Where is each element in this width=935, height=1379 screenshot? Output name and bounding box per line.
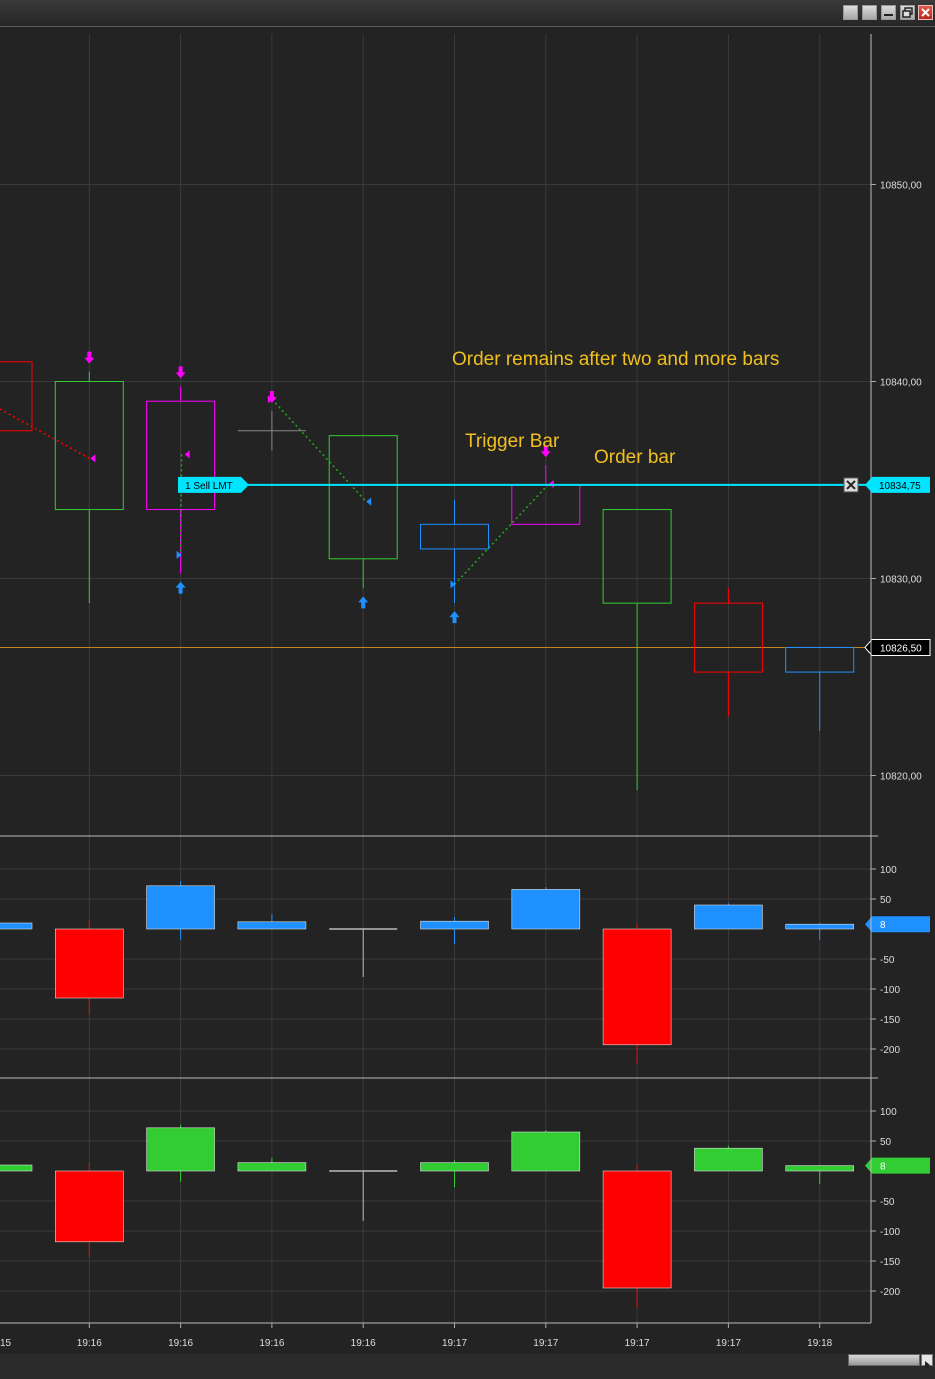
oscillator-2-bar	[785, 1165, 855, 1172]
window-button-b[interactable]	[862, 5, 877, 20]
close-button[interactable]	[918, 5, 933, 20]
oscillator-tick-label: 100	[880, 865, 897, 876]
oscillator-2-bar	[237, 1162, 307, 1172]
scroll-right-icon[interactable]	[921, 1354, 933, 1369]
buy-signal-arrow-icon	[358, 596, 369, 609]
chart-area[interactable]: 10826,50 8 8 10850,0010840,0010830,00108…	[0, 26, 935, 1354]
restore-button[interactable]	[900, 5, 915, 20]
window-button-a[interactable]	[843, 5, 858, 20]
chart-axes: 10850,00 10840,00 10830,00 10820,00 100 50 -50…	[0, 34, 922, 1349]
signal-triangle-icon	[90, 454, 96, 463]
price-tick-label: 10850,00	[880, 181, 922, 192]
oscillator-tick-label: -150	[880, 1015, 900, 1026]
oscillator-1-bar	[0, 922, 33, 930]
oscillator-1-bar	[237, 921, 307, 930]
bottom-strip	[0, 1354, 935, 1379]
oscillator-tick-label: -50	[880, 1197, 895, 1208]
sell-signal-arrow-icon	[175, 366, 186, 379]
annotation-order-remains: Order remains after two and more bars	[452, 349, 779, 370]
oscillator-2-panel: 8	[0, 1124, 930, 1308]
time-tick-label: 19:18	[807, 1338, 832, 1349]
oscillator-2-bar	[0, 1164, 33, 1172]
time-tick-label: 19:16	[351, 1338, 376, 1349]
window-title-bar	[0, 0, 935, 27]
oscillator-1-bar	[602, 928, 672, 1046]
time-tick-label: 19:17	[625, 1338, 650, 1349]
oscillator-1-bar	[511, 889, 581, 930]
oscillator-2-current-label: 8	[880, 1162, 886, 1173]
oscillator-1-bar	[785, 923, 855, 930]
oscillator-1-current-label: 8	[880, 920, 886, 931]
oscillator-2-bar	[146, 1127, 215, 1172]
last-price-label: 10826,50	[880, 643, 922, 654]
oscillator-1-bar	[146, 885, 215, 930]
oscillator-2-bar	[54, 1170, 124, 1243]
oscillator-2-bar	[602, 1170, 672, 1289]
oscillator-tick-label: -50	[880, 955, 895, 966]
order-label: 1 Sell LMT	[185, 481, 233, 492]
oscillator-1-bar	[420, 920, 489, 930]
oscillator-2-bar	[694, 1147, 763, 1172]
oscillator-tick-label: -200	[880, 1287, 900, 1298]
oscillator-tick-label: 50	[880, 1137, 892, 1148]
time-tick-label: 19:17	[533, 1338, 558, 1349]
oscillator-2-current-tag	[865, 1157, 930, 1174]
signal-connector	[453, 483, 550, 585]
time-tick-label: 19:17	[442, 1338, 467, 1349]
oscillator-1-current-tag	[865, 916, 930, 933]
time-tick-label: 19:17	[716, 1338, 741, 1349]
time-tick-label: 19:16	[77, 1338, 102, 1349]
horizontal-scrollbar[interactable]	[848, 1354, 920, 1366]
chart-grid	[0, 34, 871, 1323]
oscillator-tick-label: -150	[880, 1257, 900, 1268]
signal-triangle-icon	[184, 450, 190, 459]
annotation-order-bar: Order bar	[594, 447, 676, 468]
sell-limit-order[interactable]: 1 Sell LMT 10834,75	[178, 476, 930, 493]
oscillator-tick-label: -100	[880, 1227, 900, 1238]
candle	[0, 361, 33, 432]
oscillator-2-bar	[420, 1162, 489, 1172]
signal-connector	[271, 398, 367, 503]
sell-signal-arrow-icon	[84, 351, 95, 364]
signal-connector	[0, 408, 90, 459]
oscillator-tick-label: 100	[880, 1107, 897, 1118]
oscillator-1-panel: 8	[0, 881, 930, 1064]
oscillator-tick-label: -200	[880, 1045, 900, 1056]
price-tick-label: 10840,00	[880, 378, 922, 389]
oscillator-tick-label: 50	[880, 895, 892, 906]
buy-signal-arrow-icon	[175, 581, 186, 594]
signal-triangle-icon	[366, 497, 372, 506]
price-tick-label: 10830,00	[880, 575, 922, 586]
oscillator-1-bar	[694, 904, 763, 930]
oscillator-1-bar	[54, 928, 124, 999]
minimize-button[interactable]	[881, 5, 896, 20]
time-tick-label: 19:16	[259, 1338, 284, 1349]
order-price-label: 10834,75	[879, 481, 921, 492]
oscillator-tick-label: -100	[880, 985, 900, 996]
time-tick-label: 19:16	[168, 1338, 193, 1349]
buy-signal-arrow-icon	[449, 611, 460, 624]
time-tick-label: 15	[0, 1338, 12, 1349]
annotation-trigger-bar: Trigger Bar	[465, 431, 560, 452]
oscillator-2-bar	[511, 1131, 581, 1172]
price-tick-label: 10820,00	[880, 772, 922, 783]
price-panel: 10826,50	[0, 351, 931, 791]
